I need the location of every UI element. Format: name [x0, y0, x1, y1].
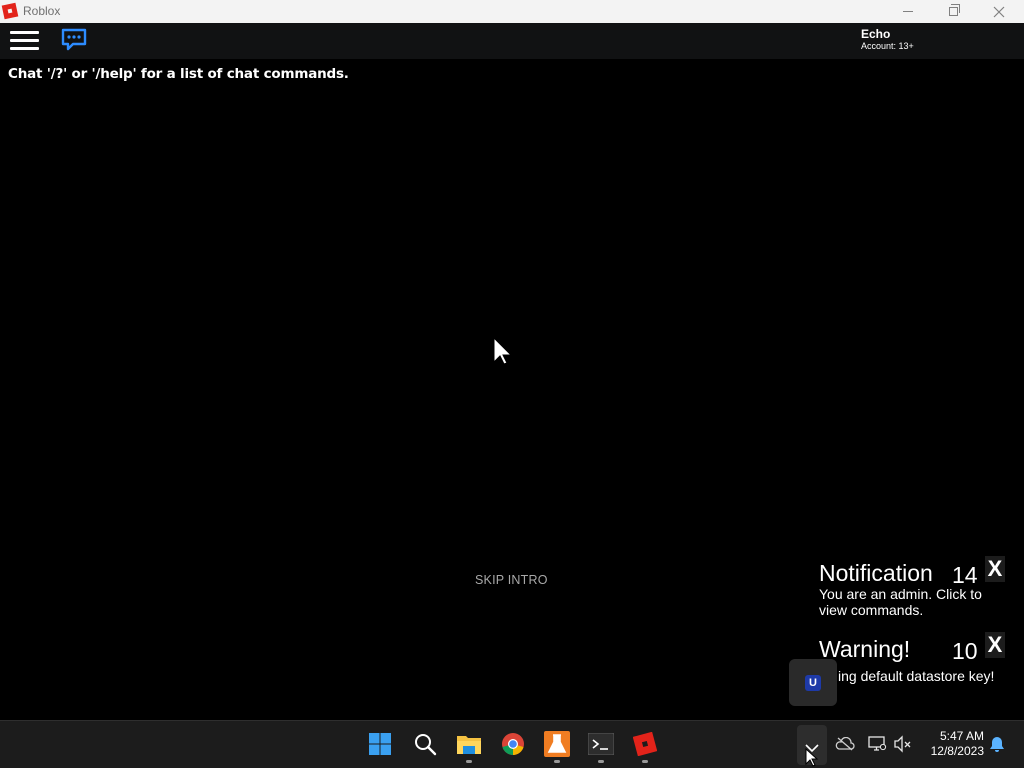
close-window-button[interactable]: [976, 0, 1022, 23]
menu-button[interactable]: [10, 29, 40, 53]
terminal-button[interactable]: [586, 729, 616, 759]
file-explorer-button[interactable]: [454, 729, 484, 759]
minimize-icon: [903, 11, 913, 12]
hamburger-line: [10, 39, 39, 42]
chrome-icon: [502, 733, 524, 755]
network-icon: [868, 736, 887, 751]
restore-icon: [948, 4, 960, 16]
roblox-studio-icon: [544, 731, 570, 757]
start-button[interactable]: [365, 729, 395, 759]
warning-body: ing default datastore key!: [838, 668, 995, 684]
tray-overflow-button[interactable]: [797, 725, 827, 767]
admin-panel-logo[interactable]: U: [789, 659, 837, 706]
chat-icon: [61, 28, 87, 51]
notification-body[interactable]: You are an admin. Click to view commands…: [819, 586, 1007, 618]
chat-help-message: Chat '/?' or '/help' for a list of chat …: [8, 66, 349, 82]
terminal-icon: [588, 733, 614, 755]
warning-close-button[interactable]: X: [985, 632, 1005, 658]
onedrive-offline-icon: [835, 737, 855, 751]
volume-muted-icon: [894, 735, 911, 753]
notification-countdown: 14: [952, 562, 978, 588]
search-icon: [415, 734, 437, 756]
warning-notification[interactable]: Warning! 10 X ing default datastore key!: [815, 632, 1009, 690]
mouse-cursor-icon: [493, 336, 513, 365]
chat-toggle-button[interactable]: [60, 27, 90, 55]
hamburger-line: [10, 47, 39, 50]
running-indicator: [466, 760, 472, 763]
taskbar-search-button[interactable]: [410, 729, 440, 759]
network-tray-button[interactable]: [866, 733, 888, 755]
file-explorer-icon: [457, 736, 481, 754]
roblox-icon: [633, 732, 657, 756]
notification-center-button[interactable]: [986, 733, 1008, 755]
clock-time: 5:47 AM: [939, 729, 984, 743]
onedrive-tray-button[interactable]: [834, 733, 856, 755]
admin-notification[interactable]: Notification 14 X You are an admin. Clic…: [815, 556, 1009, 622]
running-indicator: [598, 760, 604, 763]
account-info: Echo Account: 13+: [861, 28, 914, 52]
taskbar-clock[interactable]: 5:47 AM 12/8/2023: [918, 729, 984, 759]
skip-intro-button[interactable]: SKIP INTRO: [475, 573, 548, 587]
close-icon: [993, 6, 1005, 17]
running-indicator: [642, 760, 648, 763]
notification-title: Notification: [819, 560, 933, 586]
roblox-button[interactable]: [630, 729, 660, 759]
bell-icon: [990, 737, 1004, 752]
account-age: Account: 13+: [861, 41, 914, 51]
minimize-button[interactable]: [885, 0, 931, 23]
chrome-button[interactable]: [498, 729, 528, 759]
mouse-cursor-icon: [805, 748, 819, 767]
account-name: Echo: [861, 27, 891, 41]
roblox-topbar: Echo Account: 13+: [0, 23, 1024, 59]
running-indicator: [554, 760, 560, 763]
warning-countdown: 10: [952, 638, 978, 664]
window-title-bar: Roblox: [0, 0, 1024, 23]
restore-button[interactable]: [930, 0, 976, 23]
window-title: Roblox: [23, 4, 61, 18]
roblox-app-icon: [1, 2, 19, 20]
admin-logo-icon: U: [805, 674, 821, 691]
windows-start-icon: [369, 733, 391, 755]
hamburger-line: [10, 31, 39, 34]
volume-tray-button[interactable]: [892, 733, 914, 755]
windows-taskbar: 5:47 AM 12/8/2023: [0, 720, 1024, 768]
clock-date: 12/8/2023: [930, 744, 984, 758]
notification-close-button[interactable]: X: [985, 556, 1005, 582]
roblox-studio-button[interactable]: [542, 729, 572, 759]
